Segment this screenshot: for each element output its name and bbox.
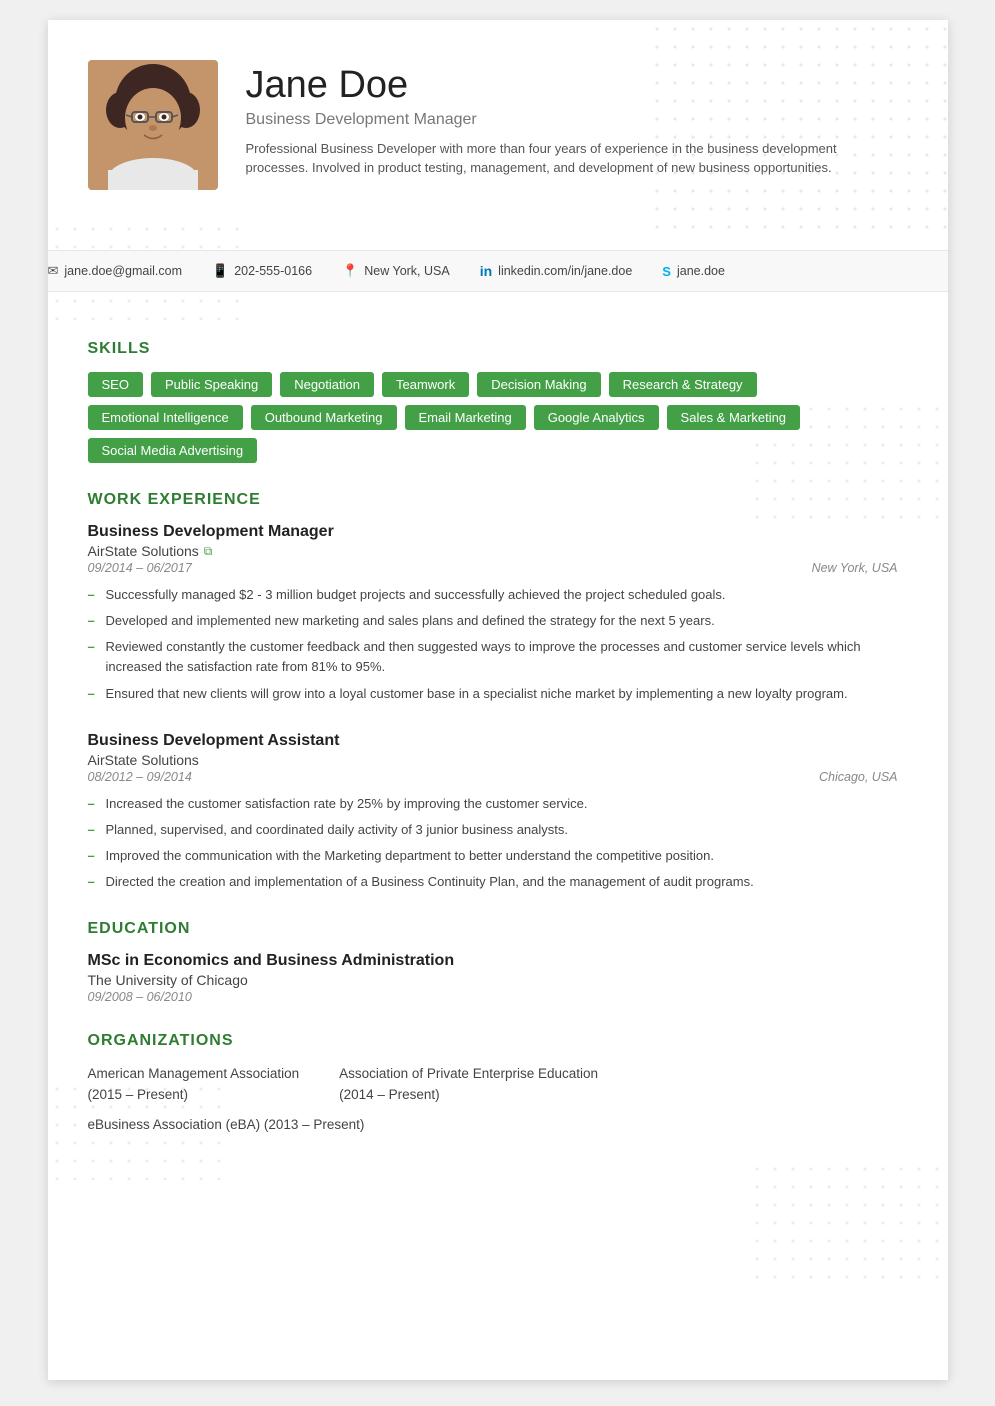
skills-list: SEO Public Speaking Negotiation Teamwork Dec… <box>88 372 898 463</box>
edu-degree: MSc in Economics and Business Administra… <box>88 952 898 970</box>
job-bullet-item: Planned, supervised, and coordinated dai… <box>88 820 898 840</box>
job-dates: 09/2014 – 06/2017 <box>88 561 192 575</box>
job-bullet-item: Reviewed constantly the customer feedbac… <box>88 637 898 677</box>
org-item: Association of Private Enterprise Educat… <box>339 1064 598 1105</box>
job-entry: Business Development Assistant AirState S… <box>88 732 898 893</box>
job-entry: Business Development Manager AirState Sol… <box>88 523 898 704</box>
phone-icon: 📱 <box>212 263 228 279</box>
skype-icon: S <box>662 264 671 279</box>
skill-tag: Sales & Marketing <box>667 405 801 430</box>
skill-tag: Google Analytics <box>534 405 659 430</box>
org-years: (2014 – Present) <box>339 1087 440 1102</box>
job-bullet-item: Directed the creation and implementation… <box>88 872 898 892</box>
work-experience-section: WORK EXPERIENCE Business Development Man… <box>88 491 898 892</box>
org-name: Association of Private Enterprise Educat… <box>339 1066 598 1081</box>
job-location: New York, USA <box>812 561 898 575</box>
skills-title: SKILLS <box>88 340 898 358</box>
skill-tag: Email Marketing <box>405 405 526 430</box>
header-section: Jane Doe Business Development Manager Pr… <box>88 60 898 190</box>
orgs-grid: American Management Association (2015 – P… <box>88 1064 898 1105</box>
org-item: American Management Association (2015 – P… <box>88 1064 300 1105</box>
job-meta: 09/2014 – 06/2017 New York, USA <box>88 561 898 575</box>
decorative-dots-bottom-right <box>748 1160 948 1280</box>
skill-tag: Teamwork <box>382 372 469 397</box>
job-location: Chicago, USA <box>819 770 898 784</box>
location-icon: 📍 <box>342 263 358 279</box>
job-bullet-item: Improved the communication with the Mark… <box>88 846 898 866</box>
job-bullet-item: Ensured that new clients will grow into … <box>88 684 898 704</box>
contact-location: 📍 New York, USA <box>342 263 450 279</box>
job-dates: 08/2012 – 09/2014 <box>88 770 192 784</box>
skill-tag: Research & Strategy <box>609 372 757 397</box>
candidate-title: Business Development Manager <box>246 111 898 129</box>
skill-tag: Decision Making <box>477 372 600 397</box>
job-bullets: Successfully managed $2 - 3 million budg… <box>88 585 898 704</box>
education-section: EDUCATION MSc in Economics and Business … <box>88 920 898 1004</box>
job-company: AirState Solutions <box>88 752 898 768</box>
candidate-bio: Professional Business Developer with mor… <box>246 139 866 178</box>
skill-tag: SEO <box>88 372 143 397</box>
organizations-section: ORGANIZATIONS American Management Associ… <box>88 1032 898 1132</box>
org-single: eBusiness Association (eBA) (2013 – Pres… <box>88 1117 898 1132</box>
contact-bar: ✉ jane.doe@gmail.com 📱 202-555-0166 📍 Ne… <box>48 250 948 292</box>
job-bullets: Increased the customer satisfaction rate… <box>88 794 898 893</box>
job-company: AirState Solutions⧉ <box>88 543 898 559</box>
skill-tag: Outbound Marketing <box>251 405 397 430</box>
job-title: Business Development Manager <box>88 523 898 541</box>
skill-tag: Public Speaking <box>151 372 272 397</box>
resume-container: Jane Doe Business Development Manager Pr… <box>48 20 948 1380</box>
edu-dates: 09/2008 – 06/2010 <box>88 990 898 1004</box>
header-info: Jane Doe Business Development Manager Pr… <box>246 60 898 178</box>
edu-school: The University of Chicago <box>88 972 898 988</box>
contact-phone: 📱 202-555-0166 <box>212 263 312 279</box>
job-meta: 08/2012 – 09/2014 Chicago, USA <box>88 770 898 784</box>
skills-section: SKILLS SEO Public Speaking Negotiation Team… <box>88 340 898 463</box>
skill-tag: Social Media Advertising <box>88 438 258 463</box>
job-bullet-item: Increased the customer satisfaction rate… <box>88 794 898 814</box>
linkedin-icon: in <box>480 263 492 279</box>
education-title: EDUCATION <box>88 920 898 938</box>
external-link-icon[interactable]: ⧉ <box>204 544 213 559</box>
work-experience-title: WORK EXPERIENCE <box>88 491 898 509</box>
candidate-name: Jane Doe <box>246 65 898 107</box>
skill-tag: Emotional Intelligence <box>88 405 243 430</box>
skill-tag: Negotiation <box>280 372 374 397</box>
organizations-title: ORGANIZATIONS <box>88 1032 898 1050</box>
job-bullet-item: Successfully managed $2 - 3 million budg… <box>88 585 898 605</box>
contact-skype: S jane.doe <box>662 264 725 279</box>
org-name: American Management Association <box>88 1066 300 1081</box>
avatar <box>88 60 218 190</box>
job-title: Business Development Assistant <box>88 732 898 750</box>
jobs-container: Business Development Manager AirState Sol… <box>88 523 898 892</box>
job-bullet-item: Developed and implemented new marketing … <box>88 611 898 631</box>
org-years: (2015 – Present) <box>88 1087 189 1102</box>
email-icon: ✉ <box>48 263 59 279</box>
contact-linkedin: in linkedin.com/in/jane.doe <box>480 263 633 279</box>
contact-email: ✉ jane.doe@gmail.com <box>48 263 183 279</box>
